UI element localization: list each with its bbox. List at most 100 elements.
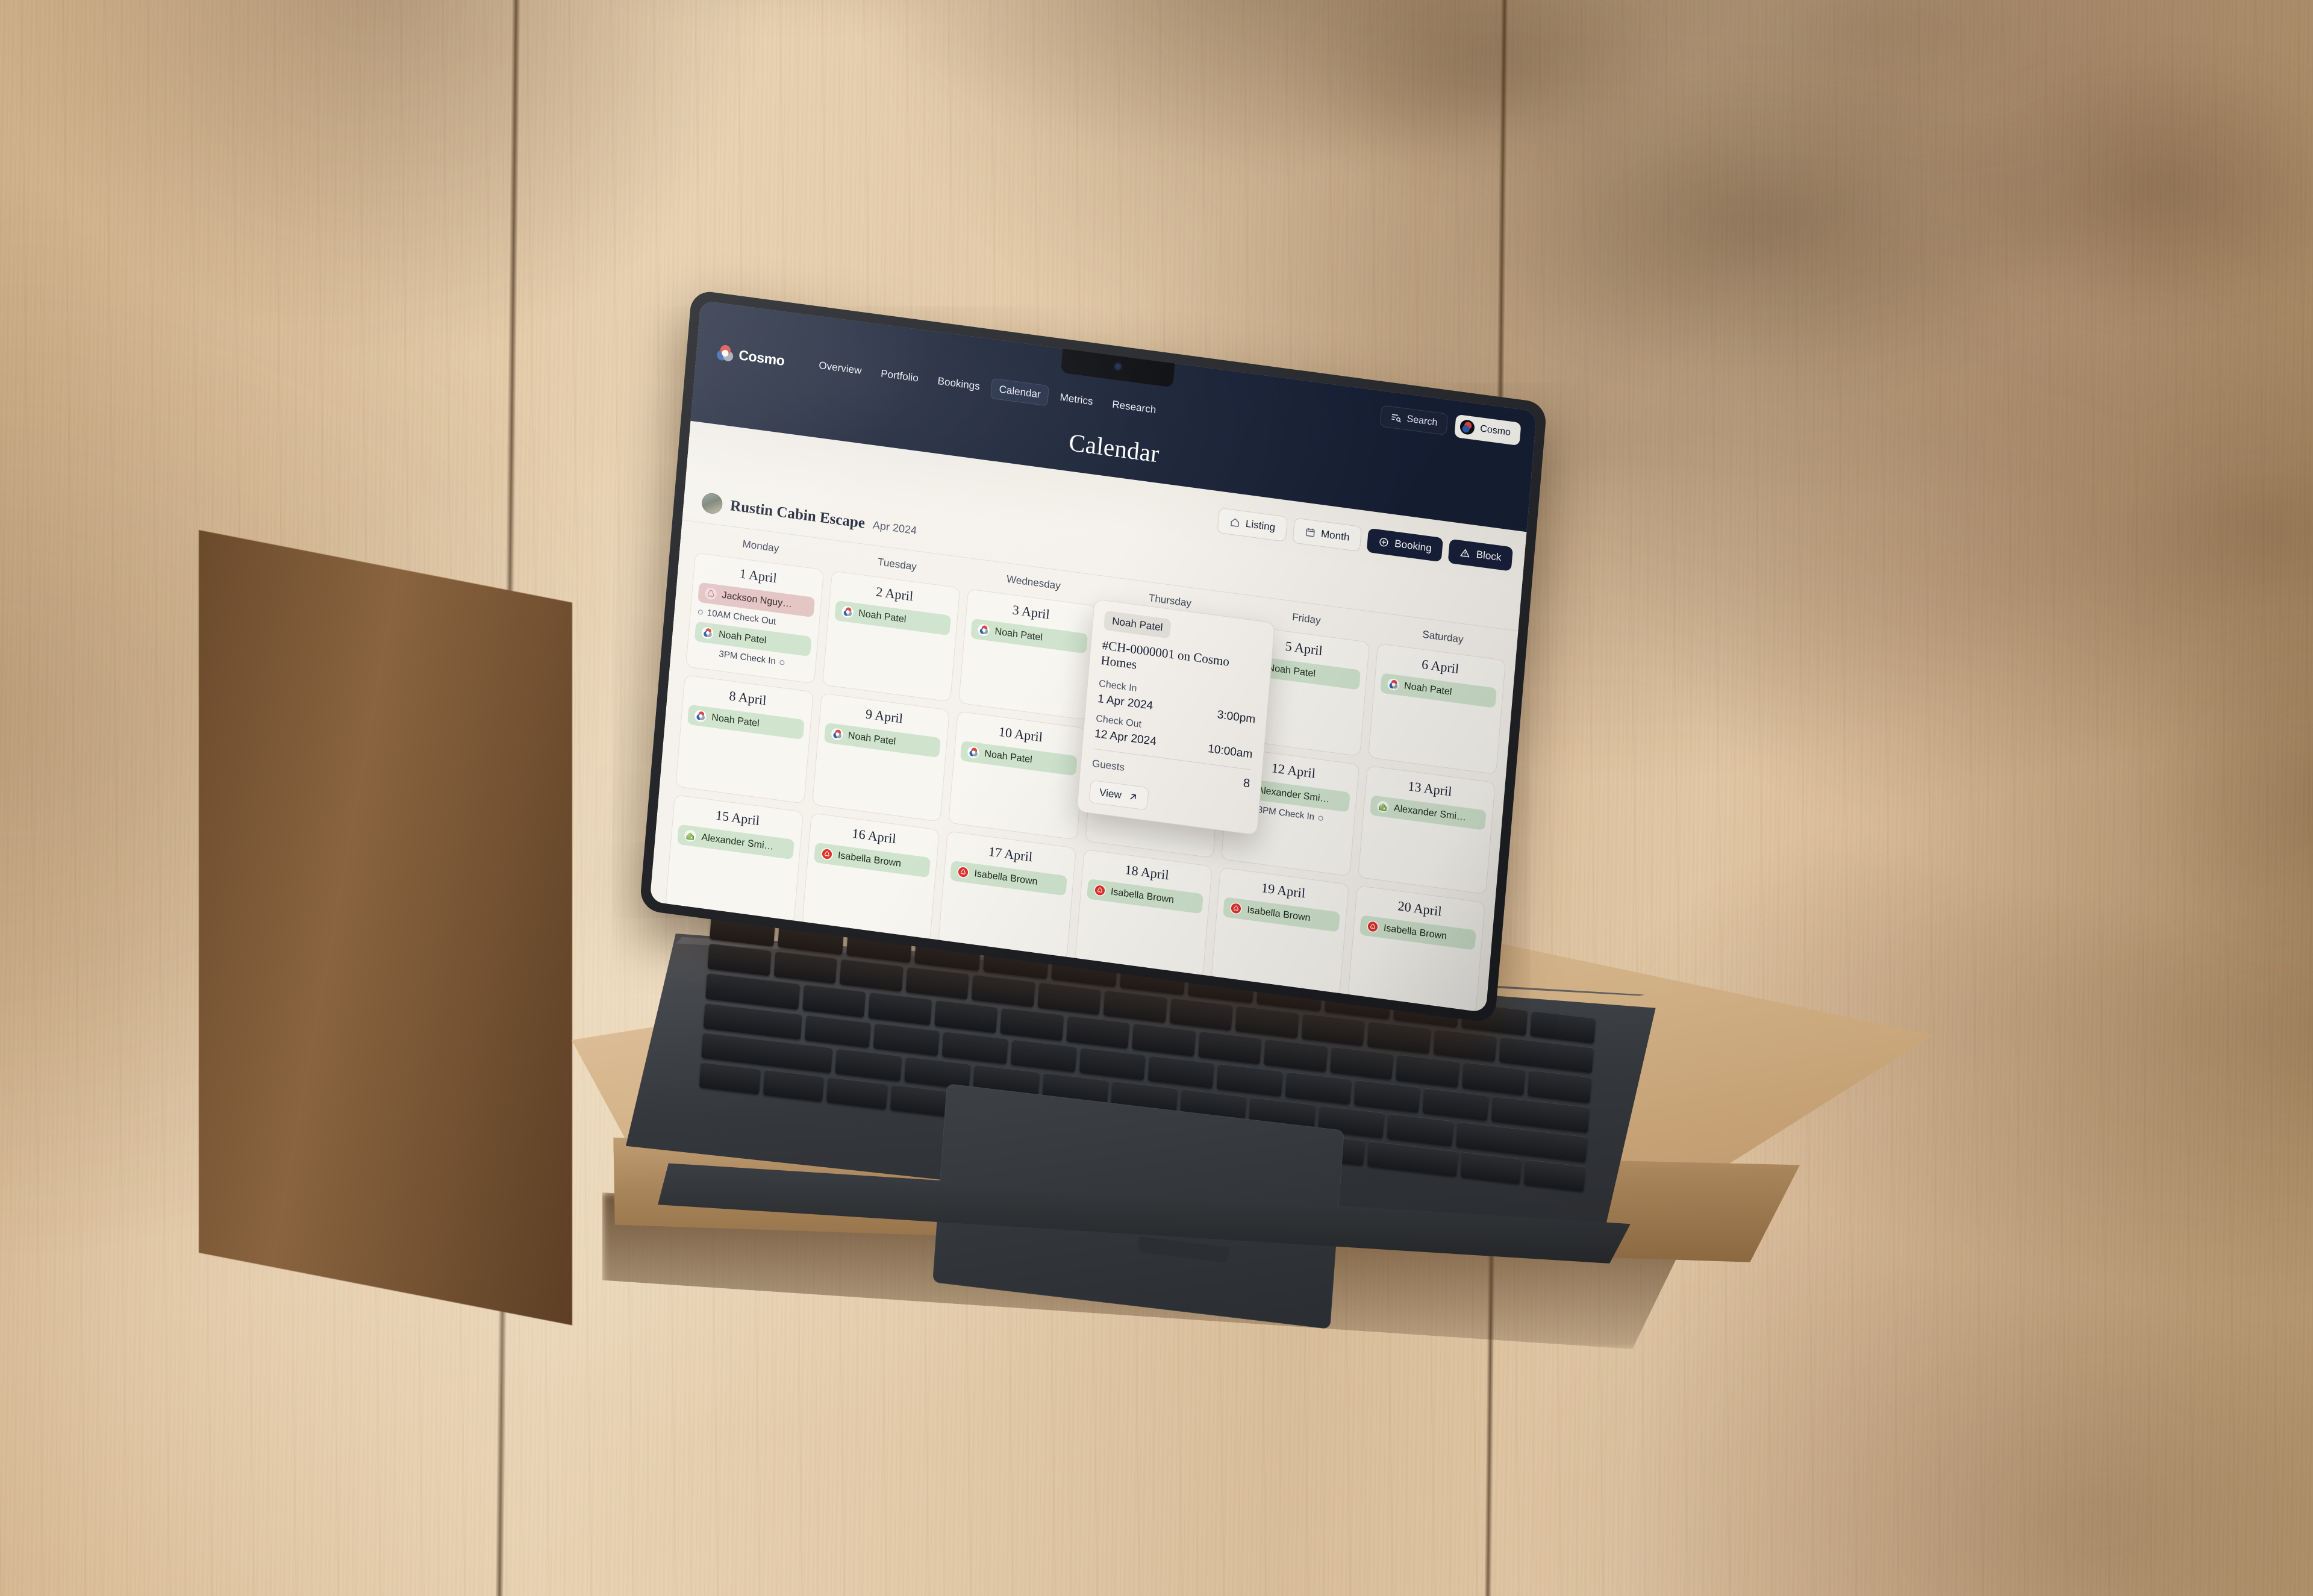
popover-guests-label: Guests [1091, 757, 1125, 773]
booking-chip-label: Jackson Nguy… [721, 590, 793, 609]
key[interactable] [1216, 1063, 1283, 1097]
cosmo-icon [841, 606, 854, 618]
laptop-lid: Cosmo Overview Portfolio Bookings Calend… [639, 289, 1547, 1024]
calendar-day-cell[interactable]: 16 April Isabella Brown [801, 812, 940, 942]
key[interactable] [1169, 998, 1233, 1031]
cosmo-icon [701, 627, 714, 639]
key[interactable] [873, 1023, 940, 1056]
key-command-right[interactable] [1367, 1141, 1458, 1177]
key[interactable] [1010, 1039, 1077, 1072]
booking-chip-label: Noah Patel [994, 626, 1043, 643]
key[interactable] [934, 1000, 998, 1033]
key[interactable] [905, 967, 969, 1000]
key-option-right[interactable] [1460, 1152, 1522, 1185]
calendar-day-cell[interactable]: 15 April Alexander Smi… [665, 794, 804, 924]
key[interactable] [1387, 1113, 1454, 1147]
key[interactable] [1103, 990, 1167, 1023]
calendar-day-cell[interactable]: 18 April Isabella Brown [1074, 849, 1213, 978]
nav-link-overview[interactable]: Overview [810, 354, 870, 382]
popover-guest-name: Noah Patel [1103, 610, 1172, 639]
key[interactable] [1235, 1005, 1299, 1039]
key[interactable] [1330, 1047, 1394, 1080]
booking-chip-label: Noah Patel [1267, 662, 1316, 679]
key[interactable] [1037, 982, 1101, 1015]
key[interactable] [1528, 1070, 1592, 1103]
calendar-day-cell[interactable]: 17 April Isabella Brown [938, 831, 1076, 960]
key[interactable] [802, 984, 866, 1017]
key[interactable] [971, 974, 1035, 1008]
key[interactable] [1422, 1087, 1489, 1121]
brand[interactable]: Cosmo [716, 344, 785, 369]
calendar-day-cell[interactable]: 2 April Noah Patel [822, 570, 961, 702]
booking-chip-label: Isabella Brown [1383, 922, 1447, 941]
booking-chip-label: Noah Patel [1403, 680, 1453, 697]
key[interactable] [1396, 1054, 1460, 1088]
month-view-label: Month [1320, 528, 1350, 543]
calendar-icon [1305, 528, 1315, 537]
key[interactable] [835, 1048, 902, 1082]
key[interactable] [773, 951, 837, 984]
key[interactable] [941, 1030, 1008, 1064]
nav-link-research[interactable]: Research [1103, 393, 1165, 422]
key-control[interactable] [763, 1069, 824, 1102]
key-fn[interactable] [699, 1062, 761, 1095]
cosmo-icon [978, 624, 990, 636]
calendar-day-cell[interactable]: 9 April Noah Patel [811, 693, 950, 822]
key[interactable] [804, 1014, 871, 1048]
popover-view-label: View [1099, 786, 1122, 801]
listing-month: Apr 2024 [872, 518, 917, 537]
calendar-day-cell[interactable]: 20 April Isabella Brown [1347, 885, 1485, 1013]
nav-link-metrics[interactable]: Metrics [1051, 386, 1102, 413]
popover-view-button[interactable]: View [1088, 779, 1149, 811]
calendar-day-cell[interactable]: 6 April Noah Patel [1367, 643, 1506, 775]
key[interactable] [1529, 1011, 1596, 1044]
booking-chip-label: Isabella Brown [1110, 886, 1175, 905]
key-option-left[interactable] [826, 1077, 888, 1109]
key[interactable] [1264, 1039, 1328, 1072]
cosmo-icon [695, 710, 707, 722]
add-block-button[interactable]: Block [1448, 538, 1514, 572]
airbnb-icon [705, 588, 717, 600]
airbnb-red-icon [1366, 920, 1379, 933]
booking-detail-popover: Noah Patel #CH-0000001 on Cosmo Homes Ch… [1076, 599, 1276, 836]
key[interactable] [707, 943, 772, 976]
nav-link-portfolio[interactable]: Portfolio [872, 363, 927, 390]
key[interactable] [1462, 1062, 1526, 1096]
laptop: Cosmo Overview Portfolio Bookings Calend… [0, 0, 2313, 1596]
nav-link-calendar[interactable]: Calendar [990, 378, 1050, 407]
key-arrows[interactable] [1524, 1159, 1585, 1192]
key[interactable] [1000, 1008, 1064, 1041]
calendar-day-cell[interactable]: 1 April Jackson Nguy… 10AM Check Out Noah P… [685, 552, 824, 684]
key[interactable] [1198, 1031, 1262, 1064]
key[interactable] [839, 959, 904, 992]
popover-guests-value: 8 [1243, 776, 1251, 791]
key[interactable] [1433, 1029, 1497, 1062]
nav-link-bookings[interactable]: Bookings [929, 370, 988, 398]
calendar-day-cell[interactable]: 13 April Alexander Smi… [1357, 765, 1496, 895]
key[interactable] [1132, 1023, 1196, 1056]
key[interactable] [1353, 1079, 1420, 1113]
add-booking-button[interactable]: Booking [1366, 528, 1444, 563]
booking-chip-label: Noah Patel [847, 730, 896, 747]
booking-chip-label: Isabella Brown [837, 850, 902, 869]
key[interactable] [1079, 1047, 1146, 1080]
search-button-label: Search [1406, 414, 1438, 428]
status-dot-icon [698, 609, 704, 615]
key[interactable] [1066, 1015, 1130, 1049]
key[interactable] [1285, 1071, 1352, 1105]
key[interactable] [868, 992, 932, 1025]
key[interactable] [904, 1056, 971, 1089]
airbnb-red-icon [957, 865, 970, 879]
listing-filter-button[interactable]: Listing [1217, 507, 1288, 542]
key[interactable] [1367, 1021, 1431, 1055]
calendar-day-cell[interactable]: 19 April Isabella Brown [1211, 867, 1349, 997]
calendar-day-cell[interactable]: 3 April Noah Patel [958, 588, 1097, 720]
add-booking-label: Booking [1394, 537, 1432, 554]
popover-reference: #CH-0000001 on Cosmo Homes [1100, 637, 1230, 672]
cosmo-icon [977, 623, 991, 637]
key[interactable] [1301, 1013, 1365, 1047]
calendar-day-cell[interactable]: 10 April Noah Patel [948, 711, 1087, 840]
month-view-button[interactable]: Month [1292, 517, 1363, 552]
calendar-day-cell[interactable]: 8 April Noah Patel [675, 675, 814, 804]
key[interactable] [1147, 1055, 1214, 1088]
